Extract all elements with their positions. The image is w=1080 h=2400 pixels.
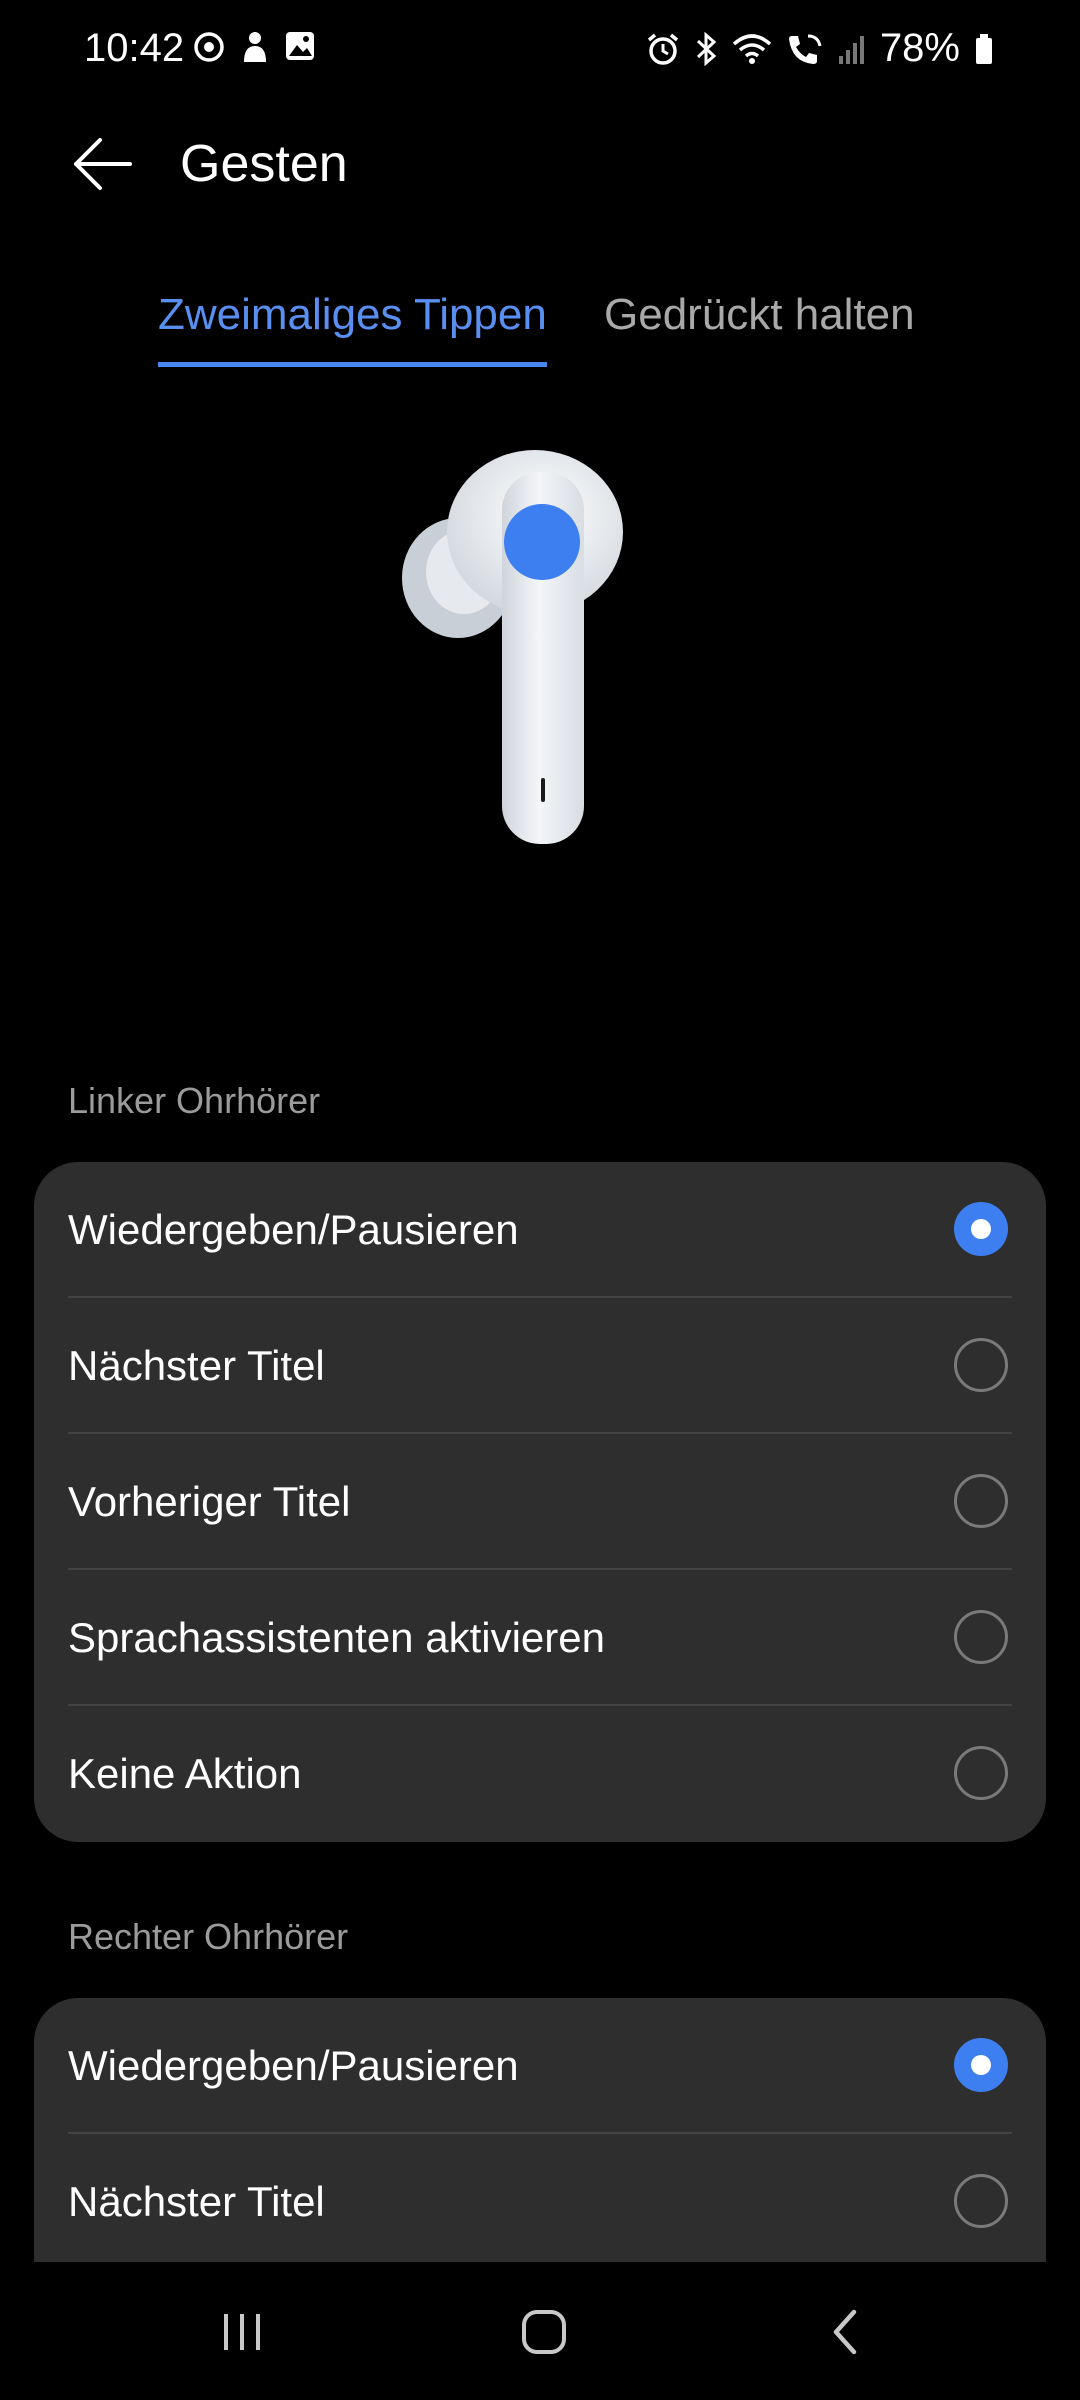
arrow-left-icon xyxy=(74,138,132,190)
radio-button[interactable] xyxy=(954,1474,1008,1528)
earbud-illustration xyxy=(390,440,670,860)
touch-area-indicator xyxy=(504,504,580,580)
back-icon xyxy=(833,2309,857,2355)
status-left-icons xyxy=(192,30,316,64)
option-label: Sprachassistenten aktivieren xyxy=(68,1614,605,1661)
bixby-icon xyxy=(240,30,270,64)
option-row[interactable]: Nächster Titel xyxy=(34,2134,1046,2262)
navigation-bar xyxy=(0,2262,1080,2400)
nav-back-button[interactable] xyxy=(806,2292,886,2372)
back-button[interactable] xyxy=(62,124,142,204)
option-label: Vorheriger Titel xyxy=(68,1478,351,1525)
status-right-icons: 78% xyxy=(646,26,994,71)
option-label: Nächster Titel xyxy=(68,2178,325,2225)
status-time: 10:42 xyxy=(84,26,185,70)
option-row[interactable]: Wiedergeben/Pausieren xyxy=(34,1162,1046,1298)
status-bar: 10:42 78% xyxy=(0,0,1080,100)
sync-icon xyxy=(192,30,226,64)
page-title: Gesten xyxy=(180,135,348,193)
recent-apps-icon xyxy=(224,2314,260,2350)
battery-icon xyxy=(974,32,994,66)
bluetooth-icon xyxy=(694,31,718,66)
radio-button[interactable] xyxy=(954,1610,1008,1664)
option-row[interactable]: Vorheriger Titel xyxy=(34,1434,1046,1570)
section-label-left-earbud: Linker Ohrhörer xyxy=(68,1080,321,1121)
right-earbud-options-card: Wiedergeben/Pausieren Nächster Titel xyxy=(34,1998,1046,2262)
radio-button[interactable] xyxy=(954,1746,1008,1800)
radio-button-selected[interactable] xyxy=(954,2038,1008,2092)
wifi-calling-icon xyxy=(786,32,824,66)
home-icon xyxy=(522,2310,566,2354)
option-row[interactable]: Sprachassistenten aktivieren xyxy=(34,1570,1046,1706)
option-label: Nächster Titel xyxy=(68,1342,325,1389)
radio-button[interactable] xyxy=(954,2174,1008,2228)
option-label: Wiedergeben/Pausieren xyxy=(68,1206,519,1253)
battery-percentage: 78% xyxy=(879,26,960,70)
app-bar: Gesten xyxy=(0,110,1080,220)
radio-button-selected[interactable] xyxy=(954,1202,1008,1256)
option-row[interactable]: Nächster Titel xyxy=(34,1298,1046,1434)
section-label-right-earbud: Rechter Ohrhörer xyxy=(68,1916,349,1957)
option-row[interactable]: Wiedergeben/Pausieren xyxy=(34,1998,1046,2134)
option-row[interactable]: Keine Aktion xyxy=(34,1706,1046,1842)
option-label: Wiedergeben/Pausieren xyxy=(68,2042,519,2089)
radio-button[interactable] xyxy=(954,1338,1008,1392)
option-label: Keine Aktion xyxy=(68,1750,302,1797)
signal-icon xyxy=(838,32,866,66)
left-earbud-options-card: Wiedergeben/Pausieren Nächster Titel Vor… xyxy=(34,1162,1046,1842)
wifi-icon xyxy=(732,32,772,66)
tab-press-and-hold[interactable]: Gedrückt halten xyxy=(604,290,915,362)
home-button[interactable] xyxy=(504,2292,584,2372)
alarm-icon xyxy=(646,32,680,66)
gallery-icon xyxy=(284,30,316,64)
recent-apps-button[interactable] xyxy=(202,2292,282,2372)
tab-double-tap[interactable]: Zweimaliges Tippen xyxy=(158,290,547,367)
tab-bar: Zweimaliges Tippen Gedrückt halten xyxy=(0,280,1080,380)
